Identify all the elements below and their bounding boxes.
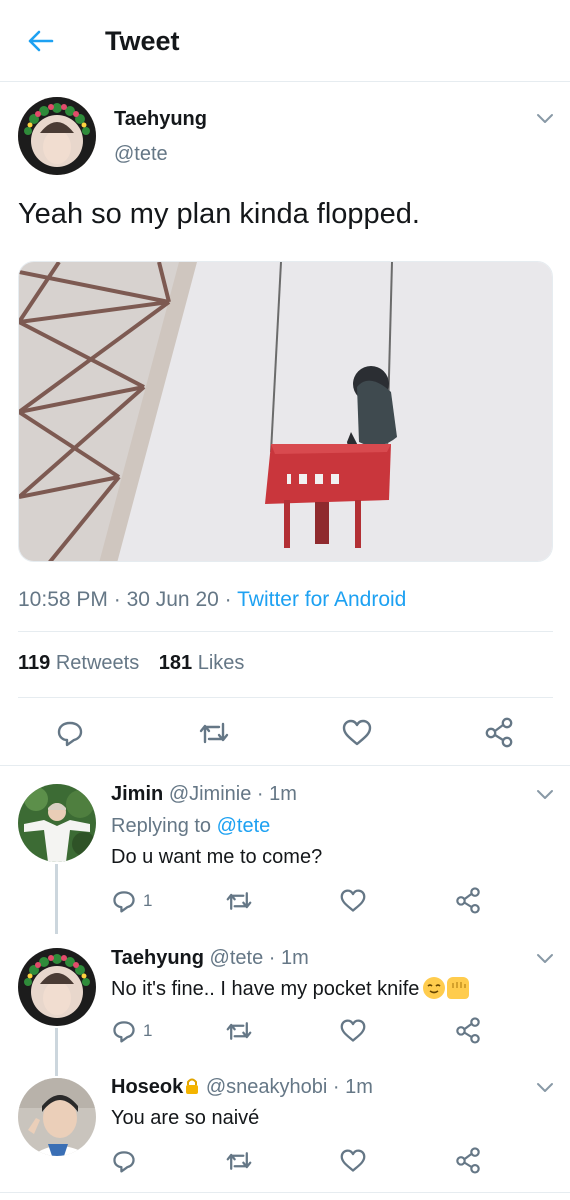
reply-button[interactable]: 1: [111, 1018, 152, 1044]
like-button[interactable]: [339, 1148, 367, 1174]
meta-dot: ·: [107, 588, 127, 611]
retweet-icon: [226, 892, 252, 910]
share-icon: [456, 887, 480, 914]
reply-header: Taehyung @tete · 1m: [111, 947, 309, 970]
chevron-down-icon[interactable]: [535, 1081, 555, 1095]
retweet-button[interactable]: [224, 1018, 254, 1044]
reply-text: You are so naivé: [111, 1107, 260, 1129]
retweet-button[interactable]: [197, 718, 231, 748]
reply-time: 1m: [345, 1076, 373, 1098]
meta-dot: ·: [327, 1076, 346, 1098]
reply-header: Jimin @Jiminie · 1m: [111, 783, 297, 806]
back-button[interactable]: [22, 26, 58, 56]
meta-dot: ·: [251, 783, 270, 805]
divider: [0, 1192, 570, 1193]
meta-dot: ·: [218, 588, 238, 611]
tweet-stats: 119 Retweets 181 Likes: [18, 652, 244, 675]
reply-author-handle[interactable]: @tete: [210, 947, 264, 969]
reply-button[interactable]: 1: [111, 888, 152, 914]
reply-count: 1: [143, 891, 153, 910]
chevron-down-icon[interactable]: [535, 952, 555, 966]
replying-to-label: Replying to: [111, 815, 212, 837]
reply-icon: [57, 721, 83, 747]
retweet-button[interactable]: [224, 888, 254, 914]
tweet-text: Yeah so my plan kinda flopped.: [18, 198, 420, 230]
reply-text: No it's fine.. I have my pocket knife: [111, 978, 420, 1000]
reply-author-name[interactable]: Taehyung: [111, 947, 204, 969]
lock-icon: [186, 1078, 199, 1094]
retweet-button[interactable]: [224, 1148, 254, 1174]
reply-avatar[interactable]: [18, 784, 96, 862]
retweets-count: 119: [18, 652, 51, 674]
replying-to-link[interactable]: @tete: [217, 815, 271, 837]
reply-icon: [113, 891, 135, 913]
reply-author-handle[interactable]: @sneakyhobi: [206, 1076, 327, 1098]
like-button[interactable]: [339, 888, 367, 914]
retweet-icon: [199, 722, 229, 744]
like-icon: [340, 1149, 366, 1172]
reply-author-handle[interactable]: @Jiminie: [169, 783, 252, 805]
like-button[interactable]: [339, 1018, 367, 1044]
reply-button[interactable]: [55, 718, 85, 748]
reply-text: Do u want me to come?: [111, 846, 323, 868]
reply-count: 1: [143, 1021, 153, 1040]
reply-button[interactable]: [111, 1148, 137, 1174]
reply-avatar[interactable]: [18, 948, 96, 1026]
reply-avatar[interactable]: [18, 1078, 96, 1156]
thread-connector: [55, 864, 58, 934]
tweet-time: 10:58 PM: [18, 588, 108, 611]
retweets-stat[interactable]: 119 Retweets: [18, 652, 139, 674]
like-icon: [342, 719, 372, 746]
retweets-label: Retweets: [55, 652, 140, 674]
reply-icon: [113, 1151, 135, 1173]
likes-stat[interactable]: 181 Likes: [159, 652, 245, 674]
thread-connector: [55, 1028, 58, 1076]
author-name[interactable]: Taehyung: [114, 108, 207, 131]
share-button[interactable]: [454, 1146, 482, 1174]
share-button[interactable]: [483, 716, 515, 748]
author-avatar[interactable]: [18, 97, 96, 175]
retweet-icon: [226, 1022, 252, 1040]
meta-dot: ·: [263, 947, 281, 969]
reply-header: Hoseok @sneakyhobi · 1m: [111, 1076, 373, 1099]
chevron-down-icon[interactable]: [535, 112, 555, 126]
reply-author-name[interactable]: Jimin: [111, 783, 163, 805]
divider: [18, 697, 553, 698]
author-handle[interactable]: @tete: [114, 143, 168, 166]
share-icon: [456, 1147, 480, 1174]
divider: [18, 631, 553, 632]
likes-label: Likes: [197, 652, 245, 674]
share-button[interactable]: [454, 1016, 482, 1044]
page-title: Tweet: [105, 26, 180, 56]
share-icon: [456, 1017, 480, 1044]
reply-icon: [113, 1021, 135, 1043]
top-bar: Tweet: [0, 0, 570, 82]
reply-body: No it's fine.. I have my pocket knife: [111, 977, 470, 1001]
like-button[interactable]: [341, 718, 373, 748]
tweet-photo[interactable]: [18, 261, 553, 562]
relieved-face-emoji: [423, 977, 446, 999]
tweet-meta: 10:58 PM · 30 Jun 20 · Twitter for Andro…: [18, 588, 406, 612]
replying-to: Replying to @tete: [111, 815, 270, 838]
share-button[interactable]: [454, 886, 482, 914]
share-icon: [485, 717, 513, 748]
like-icon: [340, 1019, 366, 1042]
tweet-date: 30 Jun 20: [126, 588, 219, 611]
like-icon: [340, 889, 366, 912]
reply-time: 1m: [269, 783, 297, 805]
back-arrow-icon: [28, 30, 54, 52]
reply-time: 1m: [280, 947, 309, 969]
chevron-down-icon[interactable]: [535, 788, 555, 802]
tweet-source-link[interactable]: Twitter for Android: [237, 588, 406, 611]
reply-author-name[interactable]: Hoseok: [111, 1076, 183, 1098]
raised-fist-emoji: [447, 977, 470, 999]
likes-count: 181: [158, 652, 193, 674]
divider: [0, 765, 570, 766]
retweet-icon: [226, 1152, 252, 1170]
